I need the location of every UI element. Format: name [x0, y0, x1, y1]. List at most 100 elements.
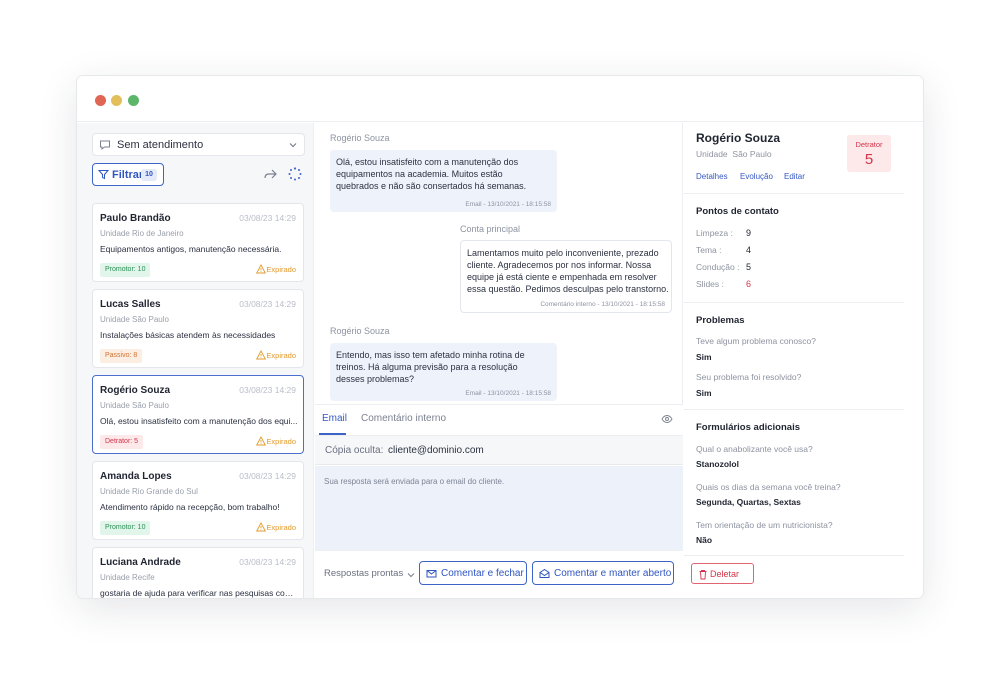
problem-answer: Sim — [696, 352, 712, 362]
comment-and-keep-open-button[interactable]: Comentar e manter aberto — [532, 561, 674, 585]
loading-icon[interactable] — [288, 167, 302, 181]
chevron-down-icon — [407, 573, 415, 578]
card-message-preview: gostaria de ajuda para verificar nas pes… — [100, 588, 298, 598]
conversation-panel: Rogério Souza Olá, estou insatisfeito co… — [315, 123, 683, 598]
card-customer-name: Paulo Brandão — [100, 213, 171, 224]
minimize-window-button[interactable] — [111, 95, 122, 106]
card-message-preview: Equipamentos antigos, manutenção necessá… — [100, 244, 282, 254]
message-text: Lamentamos muito pelo inconveniente, pre… — [467, 248, 669, 294]
contact-point-value: 6 — [746, 279, 752, 289]
edit-link[interactable]: Editar — [784, 172, 805, 181]
internal-comment-bubble: Lamentamos muito pelo inconveniente, pre… — [460, 240, 672, 313]
section-divider — [684, 555, 904, 556]
message-text: Entendo, mas isso tem afetado minha roti… — [336, 350, 525, 384]
conversation-card[interactable]: Rogério Souza 03/08/23 14:29 Unidade São P… — [92, 375, 304, 454]
card-date: 03/08/23 14:29 — [239, 385, 296, 395]
delete-label: Deletar — [710, 569, 740, 579]
warning-icon — [256, 522, 266, 532]
card-nps-badge: Promotor: 10 — [100, 263, 151, 277]
message-bubble: Entendo, mas isso tem afetado minha roti… — [330, 343, 557, 401]
chat-icon — [100, 140, 110, 151]
forward-icon[interactable] — [263, 167, 278, 182]
conversation-card[interactable]: Lucas Salles 03/08/23 14:29 Unidade São Pa… — [92, 289, 304, 368]
card-date: 03/08/23 14:29 — [239, 213, 296, 223]
conversation-card[interactable]: Luciana Andrade 03/08/23 14:29 Unidade Rec… — [92, 547, 304, 598]
filter-icon — [98, 170, 109, 180]
delete-button[interactable]: Deletar — [691, 563, 754, 584]
filter-button[interactable]: Filtrar 10 — [92, 163, 164, 186]
status-select-label: Sem atendimento — [117, 139, 204, 151]
nps-score-label: Detrator — [855, 140, 883, 149]
contact-point-value: 9 — [746, 228, 752, 238]
warning-icon — [256, 436, 266, 446]
close-window-button[interactable] — [95, 95, 106, 106]
message-sender: Conta principal — [460, 224, 521, 234]
warning-icon — [256, 350, 266, 360]
card-status: Expirado — [266, 437, 296, 446]
problem-answer: Sim — [696, 388, 712, 398]
comment-and-close-button[interactable]: Comentar e fechar — [419, 561, 527, 585]
problem-question: Seu problema foi resolvido? — [696, 372, 802, 382]
conversation-card[interactable]: Amanda Lopes 03/08/23 14:29 Unidade Rio Gr… — [92, 461, 304, 540]
additional-forms-title: Formulários adicionais — [696, 422, 800, 433]
card-nps-badge: Detrator: 5 — [100, 435, 144, 449]
section-divider — [684, 302, 904, 303]
contact-point-label: Condução : — [696, 262, 740, 272]
quick-replies-dropdown[interactable]: Respostas prontas — [324, 568, 403, 579]
chevron-down-icon — [289, 143, 297, 148]
form-answer: Segunda, Quartas, Sextas — [696, 497, 801, 507]
reply-textarea[interactable]: Sua resposta será enviada para o email d… — [315, 466, 683, 550]
form-question: Tem orientação de um nutricionista? — [696, 520, 833, 530]
contact-point-label: Slides : — [696, 279, 724, 289]
section-divider — [684, 193, 904, 194]
message-meta: Email - 13/10/2021 - 18:15:58 — [465, 390, 551, 397]
card-date: 03/08/23 14:29 — [239, 471, 296, 481]
conversation-card[interactable]: Paulo Brandão 03/08/23 14:29 Unidade Rio d… — [92, 203, 304, 282]
tab-email[interactable]: Email — [322, 413, 347, 424]
message-sender: Rogério Souza — [330, 133, 390, 143]
title-bar — [77, 76, 923, 122]
card-date: 03/08/23 14:29 — [239, 299, 296, 309]
evolution-link[interactable]: Evolução — [740, 172, 773, 181]
card-nps-badge: Passivo: 8 — [100, 349, 143, 363]
contact-points-title: Pontos de contato — [696, 206, 779, 217]
contact-point-label: Tema : — [696, 245, 722, 255]
card-status: Expirado — [266, 523, 296, 532]
maximize-window-button[interactable] — [128, 95, 139, 106]
reply-actions: Respostas prontas Comentar e fechar Come… — [315, 550, 683, 598]
bcc-label: Cópia oculta: — [325, 445, 384, 456]
section-divider — [684, 409, 904, 410]
problem-question: Teve algum problema conosco? — [696, 336, 817, 346]
warning-icon — [256, 264, 266, 274]
nps-score-badge: Detrator 5 — [847, 135, 891, 172]
message-text: Olá, estou insatisfeito com a manutenção… — [336, 157, 527, 191]
filter-label: Filtrar — [112, 169, 144, 181]
form-question: Qual o anabolizante você usa? — [696, 444, 813, 454]
message-sender: Rogério Souza — [330, 326, 390, 336]
card-status: Expirado — [266, 265, 296, 274]
form-answer: Não — [696, 535, 713, 545]
message-meta: Comentário interno - 13/10/2021 - 18:15:… — [540, 301, 665, 308]
contact-details-panel: Rogério Souza Unidade São Paulo Detalhes… — [684, 123, 923, 598]
bcc-row: Cópia oculta: cliente@dominio.com — [315, 436, 683, 465]
card-unit: Unidade Rio Grande do Sul — [100, 487, 198, 496]
card-unit: Unidade São Paulo — [100, 401, 169, 410]
card-customer-name: Lucas Salles — [100, 299, 161, 310]
trash-icon — [699, 570, 707, 580]
card-unit: Unidade São Paulo — [100, 315, 169, 324]
card-date: 03/08/23 14:29 — [239, 557, 296, 567]
status-select[interactable]: Sem atendimento — [92, 133, 305, 156]
comment-and-close-label: Comentar e fechar — [441, 568, 524, 579]
card-unit: Unidade Rio de Janeiro — [100, 229, 184, 238]
eye-icon[interactable] — [661, 414, 673, 424]
tab-internal-comment[interactable]: Comentário interno — [361, 413, 446, 424]
bcc-value[interactable]: cliente@dominio.com — [388, 445, 484, 456]
contact-name: Rogério Souza — [696, 131, 781, 145]
contact-point-value: 5 — [746, 262, 752, 272]
card-nps-badge: Promotor: 10 — [100, 521, 151, 535]
details-link[interactable]: Detalhes — [696, 172, 728, 181]
mail-icon — [426, 570, 437, 578]
form-question: Quais os dias da semana você treina? — [696, 482, 841, 492]
card-message-preview: Atendimento rápido na recepção, bom trab… — [100, 502, 280, 512]
card-customer-name: Rogério Souza — [100, 385, 171, 396]
